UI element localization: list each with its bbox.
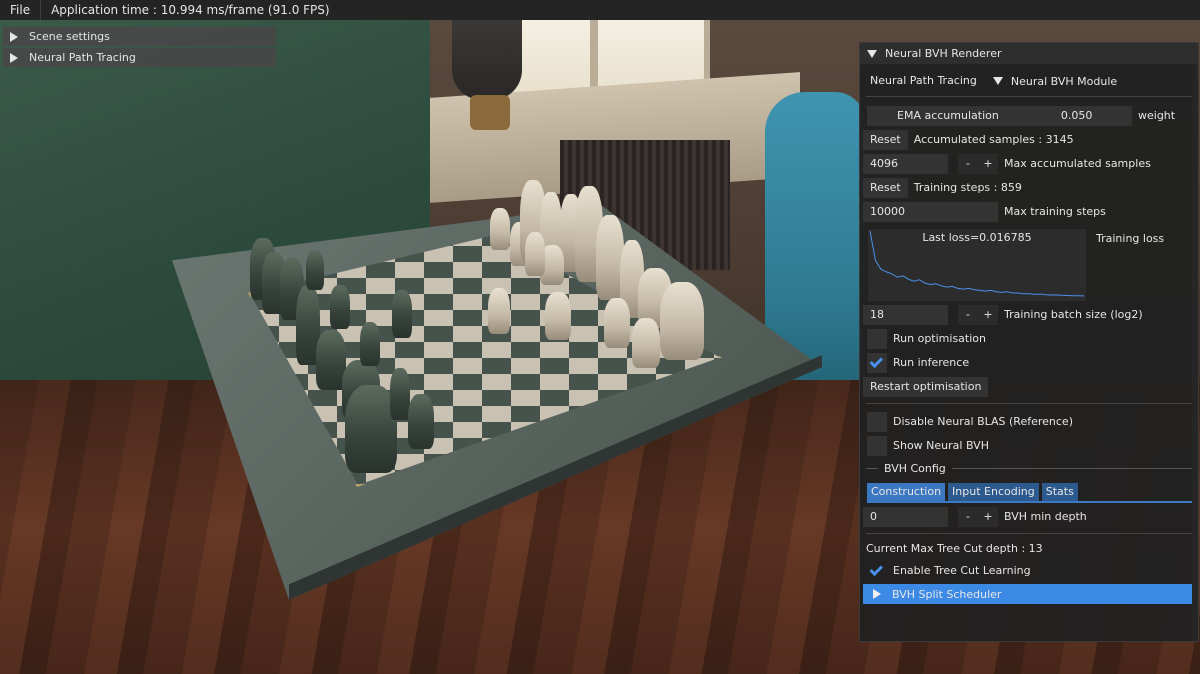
disable-blas-checkbox[interactable] xyxy=(867,412,887,432)
menu-bar: File Application time : 10.994 ms/frame … xyxy=(0,0,1200,20)
chess-piece xyxy=(604,298,630,348)
neural-path-tracing-header[interactable]: Neural Path Tracing xyxy=(3,48,276,67)
chess-piece xyxy=(545,292,571,340)
chess-piece xyxy=(632,318,660,368)
run-optimisation-checkbox[interactable] xyxy=(867,329,887,349)
panel-title-bar[interactable]: Neural BVH Renderer xyxy=(860,43,1198,64)
loss-line xyxy=(869,230,1085,297)
max-samples-input[interactable]: 4096 xyxy=(863,154,948,174)
divider xyxy=(866,533,1192,534)
checkmark-icon xyxy=(869,562,884,576)
batch-size-increment[interactable]: + xyxy=(978,305,998,325)
panel-scrollbar[interactable] xyxy=(1192,64,1198,641)
bvh-config-heading: BVH Config xyxy=(884,462,946,475)
bvh-min-depth-increment[interactable]: + xyxy=(978,507,998,527)
disable-blas-row[interactable]: Disable Neural BLAS (Reference) xyxy=(860,412,1198,432)
chess-piece xyxy=(490,208,510,250)
reset-accumulation-button[interactable]: Reset xyxy=(863,130,908,150)
neural-path-tracing-label: Neural Path Tracing xyxy=(29,51,136,64)
tab-underline xyxy=(867,501,1193,503)
chess-piece xyxy=(330,285,350,329)
panel-title: Neural BVH Renderer xyxy=(885,47,1002,60)
show-bvh-checkbox[interactable] xyxy=(867,436,887,456)
batch-size-input[interactable]: 18 xyxy=(863,305,948,325)
ema-value: 0.050 xyxy=(1060,109,1093,122)
divider xyxy=(866,96,1192,97)
training-loss-label: Training loss xyxy=(1096,232,1165,245)
chess-piece xyxy=(360,322,380,366)
bvh-min-depth-label: BVH min depth xyxy=(1004,510,1087,523)
run-inference-checkbox[interactable] xyxy=(867,353,887,373)
frame-time-status: Application time : 10.994 ms/frame (91.0… xyxy=(51,3,330,17)
chess-piece xyxy=(306,250,324,290)
collapse-arrow-icon[interactable] xyxy=(992,77,1003,85)
max-samples-increment[interactable]: + xyxy=(978,154,998,174)
accumulated-samples: Accumulated samples : 3145 xyxy=(913,133,1074,146)
neural-bvh-module-header[interactable]: Neural BVH Module xyxy=(1011,75,1117,88)
tab-input-encoding[interactable]: Input Encoding xyxy=(948,483,1039,501)
ema-label: EMA accumulation xyxy=(897,109,999,122)
tab-neural-path-tracing[interactable]: Neural Path Tracing xyxy=(860,71,977,91)
neural-bvh-renderer-panel: Neural BVH Renderer Neural Path Tracing … xyxy=(859,42,1199,642)
training-loss-plot[interactable]: Last loss=0.016785 xyxy=(868,229,1086,301)
ema-checkbox[interactable] xyxy=(867,106,887,126)
tree-cut-depth-text: Current Max Tree Cut depth : 13 xyxy=(866,542,1043,555)
checkmark-icon xyxy=(869,354,884,368)
enable-tree-cut-checkbox[interactable] xyxy=(867,561,887,581)
max-training-steps-input[interactable]: 10000 xyxy=(863,202,998,222)
tab-stats[interactable]: Stats xyxy=(1041,483,1078,501)
training-steps: Training steps : 859 xyxy=(913,181,1022,194)
disable-blas-label: Disable Neural BLAS (Reference) xyxy=(893,415,1073,428)
batch-size-label: Training batch size (log2) xyxy=(1004,308,1143,321)
separator-line xyxy=(866,468,878,469)
max-samples-decrement[interactable]: - xyxy=(958,154,978,174)
chess-piece xyxy=(408,394,434,449)
collapse-arrow-icon[interactable] xyxy=(867,49,877,58)
chess-piece xyxy=(488,288,510,334)
separator-line xyxy=(952,468,1192,469)
loss-curve xyxy=(869,230,1085,297)
divider xyxy=(866,403,1192,404)
bvh-min-depth-decrement[interactable]: - xyxy=(958,507,978,527)
run-inference-row[interactable]: Run inference xyxy=(860,353,1198,373)
run-inference-label: Run inference xyxy=(893,356,970,369)
bvh-split-scheduler-header[interactable]: BVH Split Scheduler xyxy=(863,584,1193,604)
restart-optimisation-button[interactable]: Restart optimisation xyxy=(863,377,989,397)
chess-piece xyxy=(660,282,704,360)
expand-arrow-icon xyxy=(10,52,18,63)
expand-arrow-icon xyxy=(873,589,881,599)
bvh-min-depth-input[interactable]: 0 xyxy=(863,507,948,527)
expand-arrow-icon xyxy=(10,31,18,42)
ema-weight-label: weight xyxy=(1138,109,1176,122)
tab-construction[interactable]: Construction xyxy=(867,483,946,501)
lamp-base xyxy=(470,95,510,130)
run-optimisation-row[interactable]: Run optimisation xyxy=(860,329,1198,349)
ema-weight-slider[interactable]: EMA accumulation 0.050 xyxy=(887,106,1132,126)
enable-tree-cut-row[interactable]: Enable Tree Cut Learning xyxy=(860,561,1198,581)
chess-piece xyxy=(390,368,410,420)
bvh-split-scheduler-label: BVH Split Scheduler xyxy=(892,587,1002,601)
lamp xyxy=(452,20,522,100)
show-bvh-row[interactable]: Show Neural BVH xyxy=(860,436,1198,456)
chess-piece xyxy=(392,290,412,338)
batch-size-decrement[interactable]: - xyxy=(958,305,978,325)
max-samples-label: Max accumulated samples xyxy=(1004,157,1151,170)
scene-settings-header[interactable]: Scene settings xyxy=(3,27,276,46)
file-menu[interactable]: File xyxy=(0,0,40,20)
chess-piece xyxy=(525,232,545,276)
max-training-steps-label: Max training steps xyxy=(1004,205,1106,218)
run-optimisation-label: Run optimisation xyxy=(893,332,986,345)
reset-training-button[interactable]: Reset xyxy=(863,178,908,198)
enable-tree-cut-label: Enable Tree Cut Learning xyxy=(893,564,1031,577)
scene-settings-label: Scene settings xyxy=(29,30,110,43)
show-bvh-label: Show Neural BVH xyxy=(893,439,989,452)
